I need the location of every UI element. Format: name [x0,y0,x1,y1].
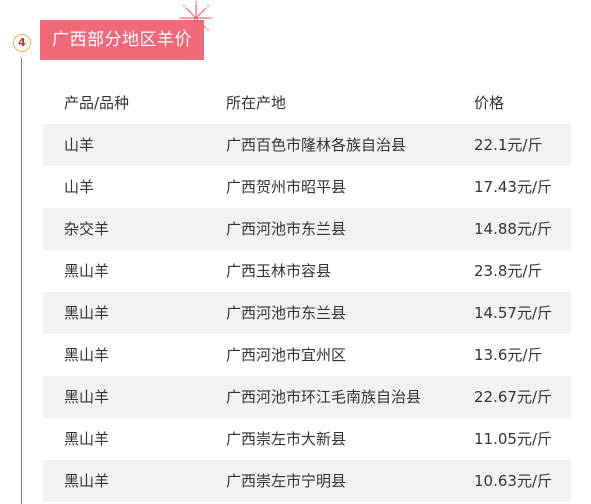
table-row: 黑山羊 广西玉林市容县 23.8元/斤 [43,250,571,292]
cell-product: 黑山羊 [64,472,110,490]
cell-product: 黑山羊 [64,388,110,406]
table-row: 黑山羊 广西崇左市宁明县 10.63元/斤 [43,460,571,502]
cell-price: 14.88元/斤 [474,220,552,238]
cell-origin: 广西玉林市容县 [226,262,332,280]
table-header: 产品/品种 所在产地 价格 [43,82,571,124]
column-header-origin: 所在产地 [226,94,287,112]
table-row: 黑山羊 广西河池市环江毛南族自治县 22.67元/斤 [43,376,571,418]
cell-price: 17.43元/斤 [474,178,552,196]
cell-price: 13.6元/斤 [474,346,543,364]
cell-product: 黑山羊 [64,346,110,364]
table-row: 山羊 广西百色市隆林各族自治县 22.1元/斤 [43,124,571,166]
column-header-price: 价格 [474,94,505,112]
cell-product: 杂交羊 [64,220,110,238]
cell-price: 23.8元/斤 [474,262,543,280]
cell-product: 黑山羊 [64,430,110,448]
cell-origin: 广西河池市宜州区 [226,346,347,364]
cell-origin: 广西崇左市宁明县 [226,472,347,490]
cell-price: 10.63元/斤 [474,472,552,490]
table-row: 黑山羊 广西河池市东兰县 14.57元/斤 [43,292,571,334]
table-row: 山羊 广西贺州市昭平县 17.43元/斤 [43,166,571,208]
cell-price: 22.67元/斤 [474,388,552,406]
cell-origin: 广西贺州市昭平县 [226,178,347,196]
table-row: 黑山羊 广西崇左市大新县 11.05元/斤 [43,418,571,460]
firework-icon [178,0,214,32]
price-table: 产品/品种 所在产地 价格 山羊 广西百色市隆林各族自治县 22.1元/斤 山羊… [43,82,571,502]
table-row: 黑山羊 广西河池市宜州区 13.6元/斤 [43,334,571,376]
cell-origin: 广西河池市环江毛南族自治县 [226,388,422,406]
step-number-badge: 4 [13,34,31,52]
cell-price: 14.57元/斤 [474,304,552,322]
cell-product: 山羊 [64,136,95,154]
timeline-line [21,58,22,504]
cell-product: 黑山羊 [64,304,110,322]
cell-product: 山羊 [64,178,95,196]
cell-origin: 广西崇左市大新县 [226,430,347,448]
cell-origin: 广西百色市隆林各族自治县 [226,136,407,154]
cell-price: 11.05元/斤 [474,430,552,448]
cell-origin: 广西河池市东兰县 [226,220,347,238]
page: 4 广西部分地区羊价 产品/品种 所在产地 价格 山羊 广西百色市隆林各族自治县… [0,0,591,504]
cell-price: 22.1元/斤 [474,136,543,154]
column-header-product: 产品/品种 [64,94,130,112]
table-row: 杂交羊 广西河池市东兰县 14.88元/斤 [43,208,571,250]
cell-origin: 广西河池市东兰县 [226,304,347,322]
cell-product: 黑山羊 [64,262,110,280]
